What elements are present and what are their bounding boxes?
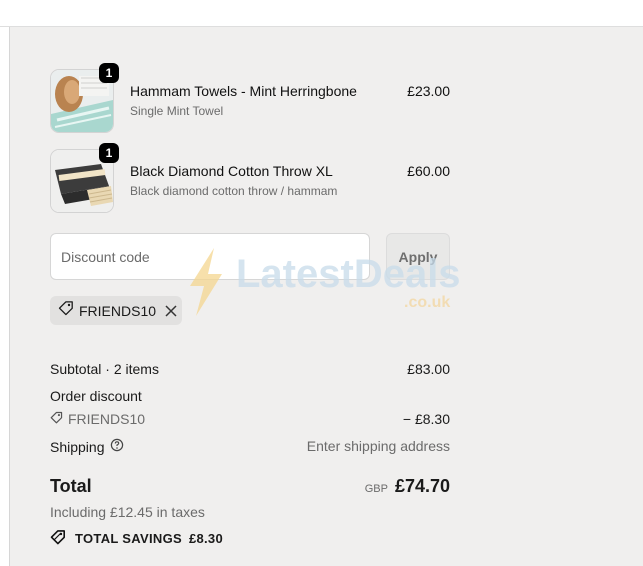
shipping-label: Shipping — [50, 438, 105, 455]
help-circle-icon[interactable] — [110, 438, 124, 455]
apply-discount-button[interactable]: Apply — [386, 233, 450, 280]
item-price: £60.00 — [407, 163, 450, 179]
shipping-value: Enter shipping address — [306, 438, 450, 454]
cart-item: 1 Hammam Towels - Mint Herringbone Singl… — [50, 63, 450, 133]
order-discount-code-row: FRIENDS10 − £8.30 — [50, 411, 450, 427]
item-variant: Single Mint Towel — [130, 104, 224, 118]
total-currency: GBP — [364, 483, 388, 495]
order-discount-code: FRIENDS10 — [68, 411, 146, 427]
item-title: Hammam Towels - Mint Herringbone — [130, 83, 357, 99]
item-variant: Black diamond cotton throw / hammam — [130, 184, 338, 198]
subtotal-value: £83.00 — [407, 361, 450, 377]
tag-icon — [50, 411, 63, 427]
shipping-row: Shipping Enter shipping address — [50, 438, 450, 455]
applied-discount-code: FRIENDS10 — [79, 302, 157, 319]
order-discount-label: Order discount — [50, 388, 142, 404]
total-value: £74.70 — [394, 476, 450, 496]
close-icon[interactable] — [164, 304, 178, 318]
savings-value: £8.30 — [188, 531, 223, 546]
quantity-badge: 1 — [99, 63, 119, 83]
tag-icon — [58, 300, 74, 321]
top-bar — [0, 0, 643, 27]
order-discount-row: Order discount — [50, 388, 450, 404]
applied-discount-chip: FRIENDS10 — [50, 296, 182, 325]
discount-code-input[interactable] — [50, 233, 370, 280]
total-label: Total — [50, 476, 92, 496]
cart-item: 1 Black Diamond Cotton Throw XL Black di… — [50, 143, 450, 213]
taxes-note: Including £12.45 in taxes — [50, 504, 205, 520]
total-amount: GBP £74.70 — [365, 476, 450, 497]
subtotal-label: Subtotal · 2 items — [50, 361, 159, 377]
quantity-badge: 1 — [99, 143, 119, 163]
item-price: £23.00 — [407, 83, 450, 99]
order-discount-value: − £8.30 — [402, 411, 450, 427]
savings-label: TOTAL SAVINGS — [75, 531, 182, 546]
total-savings: TOTAL SAVINGS £8.30 — [50, 529, 223, 548]
item-title: Black Diamond Cotton Throw XL — [130, 163, 333, 179]
subtotal-row: Subtotal · 2 items £83.00 — [50, 361, 450, 377]
savings-tag-icon — [50, 529, 68, 548]
